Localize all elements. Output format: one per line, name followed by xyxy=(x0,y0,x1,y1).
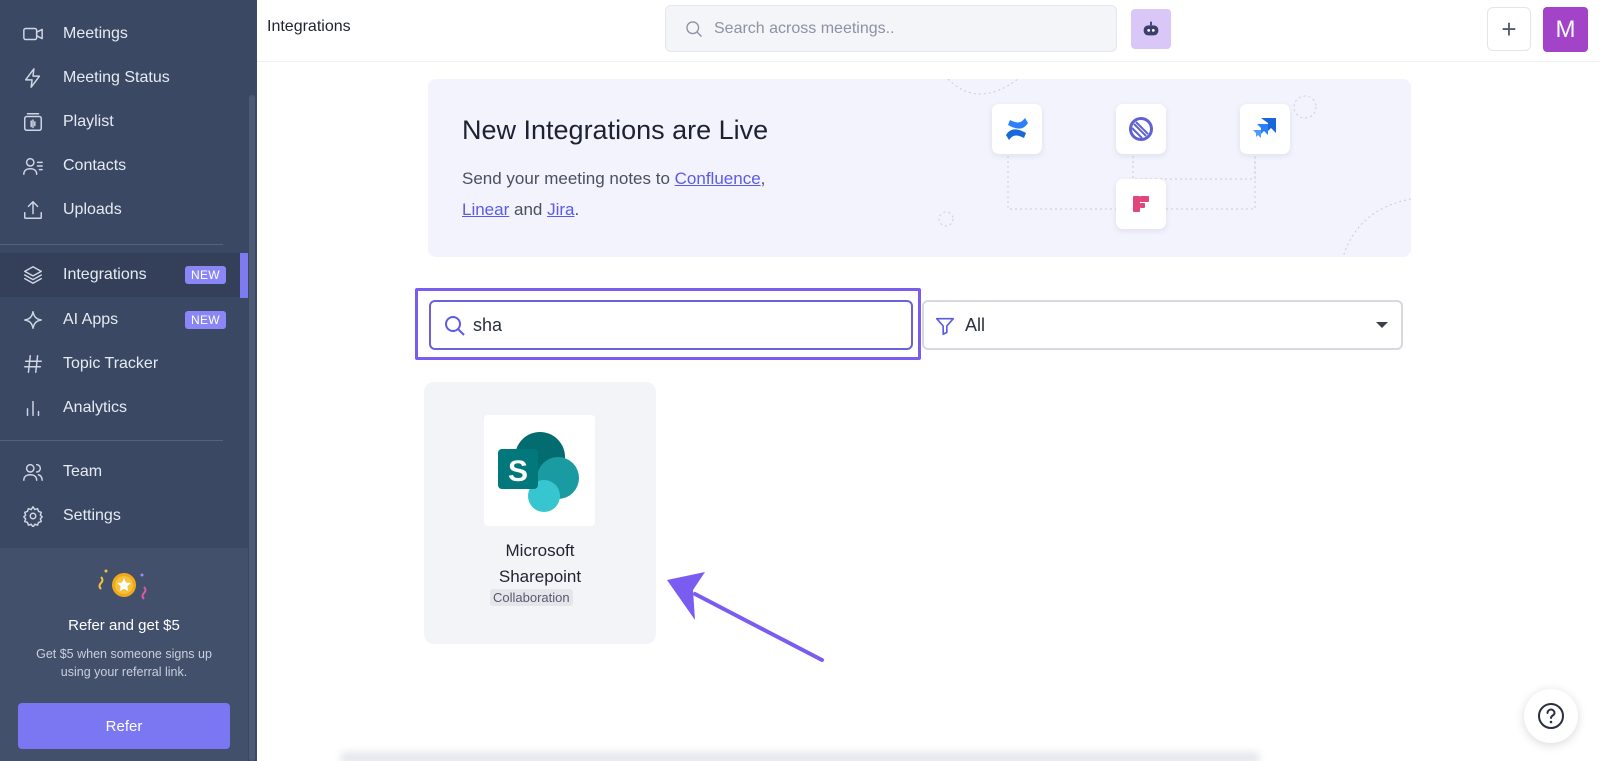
refer-button[interactable]: Refer xyxy=(18,703,230,749)
banner-comma: , xyxy=(760,169,766,188)
sidebar-item-label: Meeting Status xyxy=(63,69,170,86)
sidebar-scrollbar-thumb[interactable] xyxy=(249,95,255,761)
integration-name: Microsoft Sharepoint xyxy=(424,538,656,590)
sidebar-item-label: Settings xyxy=(63,507,121,524)
linear-link[interactable]: Linear xyxy=(462,200,509,219)
sidebar-item-label: Topic Tracker xyxy=(63,355,159,372)
confluence-icon xyxy=(992,104,1042,154)
sidebar: Meetings Meeting Status Playlist Contact… xyxy=(0,0,257,761)
sidebar-item-label: Uploads xyxy=(63,201,122,218)
plus-icon: + xyxy=(1501,13,1517,44)
sidebar-item-meetings[interactable]: Meetings xyxy=(0,12,248,56)
team-icon xyxy=(22,461,44,483)
search-value: sha xyxy=(473,315,503,335)
filter-icon xyxy=(934,315,956,337)
banner-text: Send your meeting notes to Confluence, Li… xyxy=(462,163,862,225)
sidebar-item-topic-tracker[interactable]: Topic Tracker xyxy=(0,342,248,386)
jira-link[interactable]: Jira xyxy=(547,200,574,219)
sidebar-divider xyxy=(0,440,223,441)
sidebar-divider xyxy=(0,244,223,245)
page-title: Integrations xyxy=(267,18,351,35)
integration-name-line1: Microsoft xyxy=(505,541,575,560)
sidebar-item-playlist[interactable]: Playlist xyxy=(0,100,248,144)
video-camera-icon xyxy=(22,23,44,45)
playlist-icon xyxy=(22,111,44,133)
banner-text-prefix: Send your meeting notes to xyxy=(462,169,675,188)
sparkle-icon xyxy=(22,309,44,331)
refer-description: Get $5 when someone signs up using your … xyxy=(36,647,212,679)
sidebar-item-label: Playlist xyxy=(63,113,114,130)
sidebar-item-label: Analytics xyxy=(63,399,128,416)
new-badge: NEW xyxy=(185,311,226,329)
integration-card[interactable]: S Microsoft Sharepoint Collaboration xyxy=(424,382,656,644)
confluence-link[interactable]: Confluence xyxy=(675,169,761,188)
layers-icon xyxy=(22,264,44,286)
frame-icon xyxy=(1116,179,1166,229)
jira-icon xyxy=(1240,104,1290,154)
sidebar-item-label: AI Apps xyxy=(63,311,119,328)
avatar[interactable]: M xyxy=(1543,7,1588,52)
banner-and: and xyxy=(509,200,548,219)
question-icon xyxy=(1538,703,1564,729)
search-icon xyxy=(443,314,467,338)
banner-title: New Integrations are Live xyxy=(462,115,769,145)
sharepoint-icon: S xyxy=(484,415,595,526)
category-value: All xyxy=(965,315,986,335)
contacts-icon xyxy=(22,155,44,177)
category-tag: Collaboration xyxy=(490,589,573,606)
banner-period: . xyxy=(574,200,580,219)
global-search[interactable] xyxy=(665,5,1117,52)
integrations-banner: New Integrations are Live Send your meet… xyxy=(428,79,1411,257)
search-icon xyxy=(684,19,704,39)
hashtag-icon xyxy=(22,353,44,375)
bottom-shadow xyxy=(340,752,1260,761)
add-button[interactable]: + xyxy=(1487,7,1531,51)
robot-icon xyxy=(1143,21,1159,36)
svg-text:S: S xyxy=(508,455,528,488)
sidebar-item-label: Team xyxy=(63,463,103,480)
sidebar-item-integrations[interactable]: Integrations NEW xyxy=(0,253,248,297)
sidebar-item-ai-apps[interactable]: AI Apps NEW xyxy=(0,298,248,342)
sidebar-item-team[interactable]: Team xyxy=(0,450,248,494)
lightning-icon xyxy=(22,67,44,89)
sidebar-item-contacts[interactable]: Contacts xyxy=(0,144,248,188)
sidebar-item-meeting-status[interactable]: Meeting Status xyxy=(0,56,248,100)
bar-chart-icon xyxy=(22,397,44,419)
global-search-input[interactable] xyxy=(714,14,1094,44)
refer-title: Refer and get $5 xyxy=(68,617,180,634)
chevron-down-icon xyxy=(1376,322,1388,328)
category-filter-select[interactable]: All xyxy=(922,300,1403,350)
bot-button[interactable] xyxy=(1131,9,1171,49)
new-badge: NEW xyxy=(185,266,226,284)
integration-search-input[interactable]: sha xyxy=(429,300,913,350)
coin-icon xyxy=(98,569,147,600)
sidebar-item-analytics[interactable]: Analytics xyxy=(0,386,248,430)
gear-icon xyxy=(22,505,44,527)
sidebar-item-uploads[interactable]: Uploads xyxy=(0,188,248,232)
help-button[interactable] xyxy=(1524,689,1578,743)
integration-name-line2: Sharepoint xyxy=(498,567,582,586)
sidebar-item-label: Integrations xyxy=(63,266,147,283)
sidebar-item-settings[interactable]: Settings xyxy=(0,494,248,538)
linear-icon xyxy=(1116,104,1166,154)
sidebar-item-label: Meetings xyxy=(63,25,128,42)
upload-icon xyxy=(22,199,44,221)
annotation-arrow xyxy=(667,572,824,662)
sidebar-item-label: Contacts xyxy=(63,157,127,174)
active-indicator xyxy=(240,253,248,298)
